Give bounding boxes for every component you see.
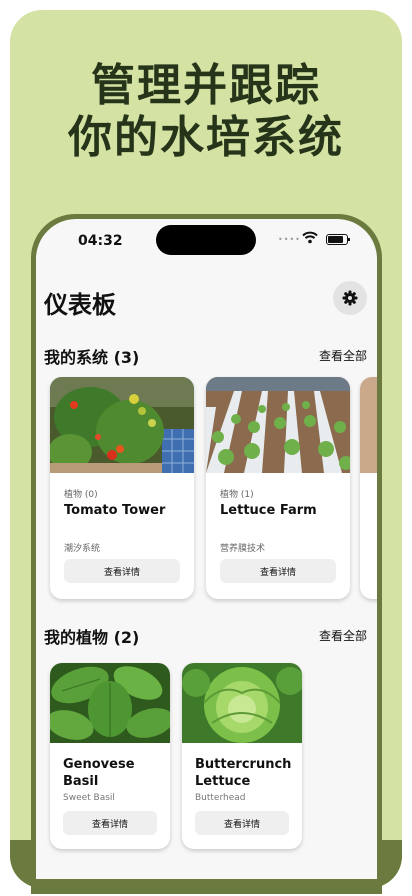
system-card-partial[interactable] xyxy=(360,377,377,599)
view-details-button[interactable]: 查看详情 xyxy=(63,811,157,835)
system-plant-count: 植物 (1) xyxy=(220,490,254,500)
plant-card-buttercrunch-lettuce[interactable]: Buttercrunch Lettuce Butterhead 查看详情 xyxy=(182,663,302,849)
system-plant-count: 植物 (0) xyxy=(64,490,98,500)
plants-section-title: 我的植物 (2) xyxy=(44,628,140,647)
basil-image xyxy=(50,663,170,743)
view-details-button[interactable]: 查看详情 xyxy=(220,559,336,583)
system-name: Tomato Tower xyxy=(64,503,166,518)
system-name: Lettuce Farm xyxy=(220,503,317,518)
plant-name: Buttercrunch Lettuce xyxy=(195,757,292,789)
gear-icon xyxy=(342,290,358,306)
system-card-tomato-tower[interactable]: 植物 (0) Tomato Tower 潮汐系统 查看详情 xyxy=(50,377,194,599)
phone-screen: 04:32 •••• 仪表板 我的系统 (3) 查看全部 植物 (0) Toma… xyxy=(36,219,377,879)
promo-headline: 管理并跟踪 你的水培系统 xyxy=(0,60,412,164)
plant-variety: Sweet Basil xyxy=(63,793,115,803)
view-details-button[interactable]: 查看详情 xyxy=(195,811,289,835)
system-type: 营养膜技术 xyxy=(220,544,266,554)
system-type: 潮汐系统 xyxy=(64,544,101,554)
systems-view-all-link[interactable]: 查看全部 xyxy=(319,347,367,364)
tomato-tower-image xyxy=(50,377,194,473)
page-title: 仪表板 xyxy=(44,291,116,319)
view-details-button[interactable]: 查看详情 xyxy=(64,559,180,583)
headline-line-2: 你的水培系统 xyxy=(68,112,344,163)
headline-line-1: 管理并跟踪 xyxy=(91,60,321,111)
plants-view-all-link[interactable]: 查看全部 xyxy=(319,627,367,644)
battery-icon xyxy=(326,234,350,245)
signal-dots-icon: •••• xyxy=(278,235,301,244)
settings-button[interactable] xyxy=(333,281,367,315)
wifi-icon xyxy=(302,231,318,244)
plant-name: Genovese Basil xyxy=(63,757,135,789)
lettuce-farm-image xyxy=(206,377,350,473)
plant-variety: Butterhead xyxy=(195,793,246,803)
plant-card-genovese-basil[interactable]: Genovese Basil Sweet Basil 查看详情 xyxy=(50,663,170,849)
systems-section-title: 我的系统 (3) xyxy=(44,348,140,367)
system-card-lettuce-farm[interactable]: 植物 (1) Lettuce Farm 营养膜技术 查看详情 xyxy=(206,377,350,599)
dynamic-island xyxy=(156,225,256,255)
status-time: 04:32 xyxy=(78,233,123,249)
lettuce-image xyxy=(182,663,302,743)
